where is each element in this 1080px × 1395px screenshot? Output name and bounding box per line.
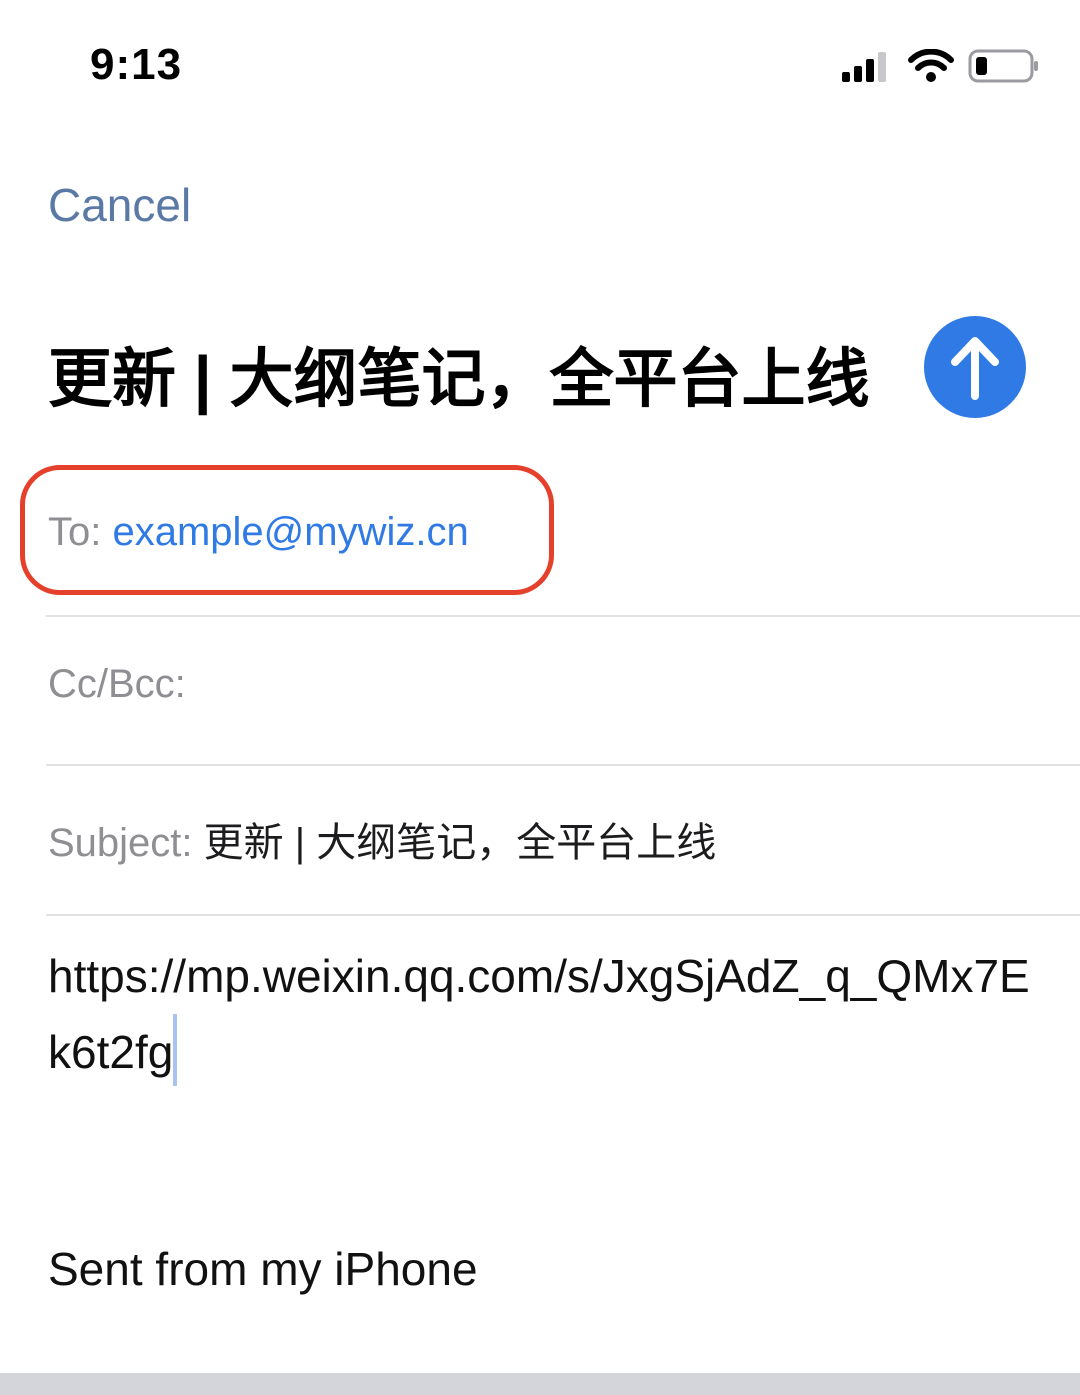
subject-value[interactable]: 更新 | 大纲笔记，全平台上线 xyxy=(204,821,717,865)
wifi-icon xyxy=(908,49,954,82)
to-label: To: xyxy=(48,510,102,554)
status-icons xyxy=(842,46,1040,86)
battery-icon xyxy=(968,49,1038,83)
to-field[interactable]: To: example@mywiz.cn xyxy=(48,510,1080,555)
signature[interactable]: Sent from my iPhone xyxy=(48,1242,478,1296)
status-time: 9:13 xyxy=(90,40,183,89)
subject-field[interactable]: Subject: 更新 | 大纲笔记，全平台上线 xyxy=(48,810,1080,868)
send-button[interactable] xyxy=(924,316,1026,418)
mail-compose-screen: 9:13 Cancel 更新 | 大纲笔记，全平台上线 To: example@… xyxy=(0,0,1080,1395)
message-body[interactable]: https://mp.weixin.qq.com/s/JxgSjAdZ_q_QM… xyxy=(48,938,1043,1090)
divider xyxy=(46,914,1080,916)
divider xyxy=(46,615,1080,617)
cc-bcc-label: Cc/Bcc: xyxy=(48,662,186,706)
cellular-signal-icon xyxy=(842,52,886,82)
subject-label: Subject: xyxy=(48,821,193,865)
text-cursor xyxy=(173,1014,178,1086)
compose-title: 更新 | 大纲笔记，全平台上线 xyxy=(48,343,870,415)
message-body-text: https://mp.weixin.qq.com/s/JxgSjAdZ_q_QM… xyxy=(48,950,1030,1078)
cancel-button[interactable]: Cancel xyxy=(48,178,191,232)
arrow-up-icon xyxy=(951,337,999,400)
cc-bcc-field[interactable]: Cc/Bcc: xyxy=(48,662,1080,707)
keyboard-edge xyxy=(0,1373,1080,1395)
to-recipient[interactable]: example@mywiz.cn xyxy=(112,510,468,554)
divider xyxy=(46,764,1080,766)
